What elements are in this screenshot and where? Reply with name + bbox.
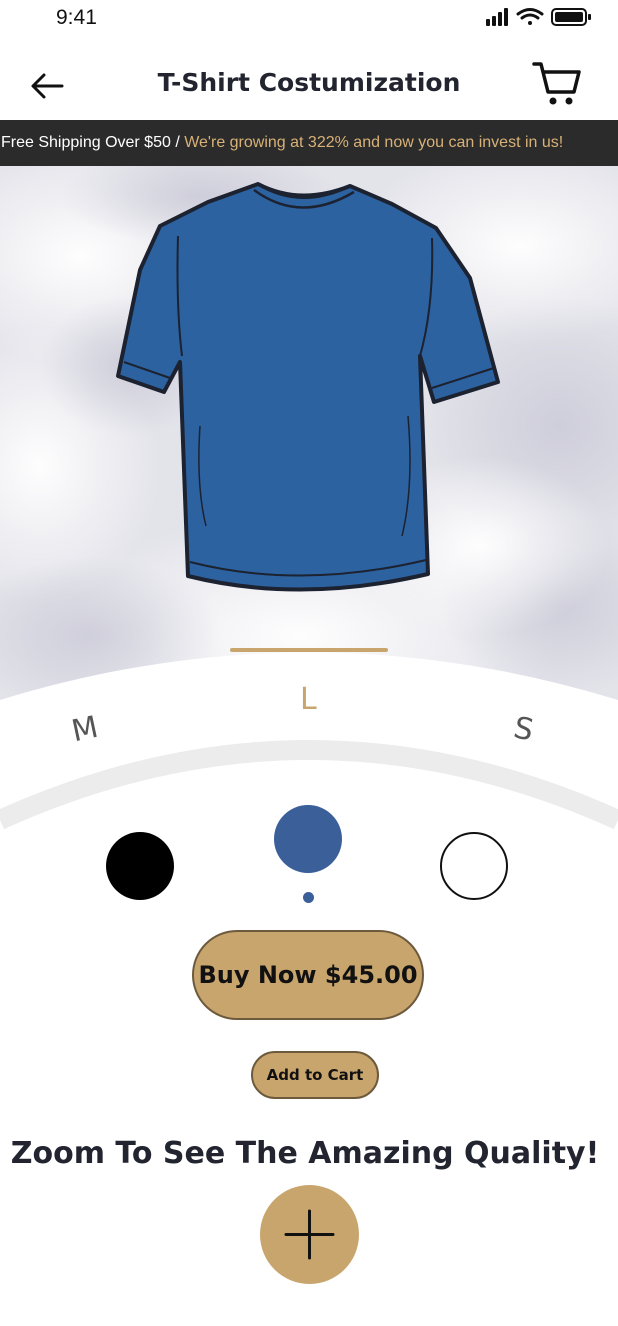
zoom-heading: Zoom To See The Amazing Quality! — [10, 1136, 600, 1171]
size-option-l[interactable]: L — [300, 682, 317, 717]
status-time: 9:41 — [56, 6, 97, 29]
color-swatch-black[interactable] — [106, 832, 174, 900]
status-bar: 9:41 — [0, 0, 618, 40]
signal-icon — [486, 8, 508, 26]
color-swatch-white[interactable] — [440, 832, 508, 900]
page-title: T-Shirt Costumization — [157, 68, 461, 97]
header: T-Shirt Costumization — [0, 50, 618, 120]
size-selection-indicator — [230, 648, 388, 652]
color-swatch-blue[interactable] — [274, 805, 342, 873]
banner-invest-link[interactable]: We're growing at 322% and now you can in… — [184, 134, 563, 151]
plus-icon — [284, 1209, 335, 1260]
battery-icon — [551, 8, 591, 26]
status-icons — [484, 6, 596, 28]
cart-icon — [532, 62, 581, 105]
buy-now-button[interactable]: Buy Now $45.00 — [192, 930, 424, 1020]
add-to-cart-button[interactable]: Add to Cart — [251, 1051, 379, 1099]
zoom-button[interactable] — [260, 1185, 359, 1284]
banner-separator: / — [170, 134, 185, 151]
promo-banner: Free Shipping Over $50 / We're growing a… — [0, 120, 618, 166]
selected-color-dot — [303, 892, 314, 903]
cart-button[interactable] — [532, 58, 582, 108]
banner-shipping-text: Free Shipping Over $50 — [1, 134, 171, 151]
wifi-icon — [516, 8, 544, 25]
